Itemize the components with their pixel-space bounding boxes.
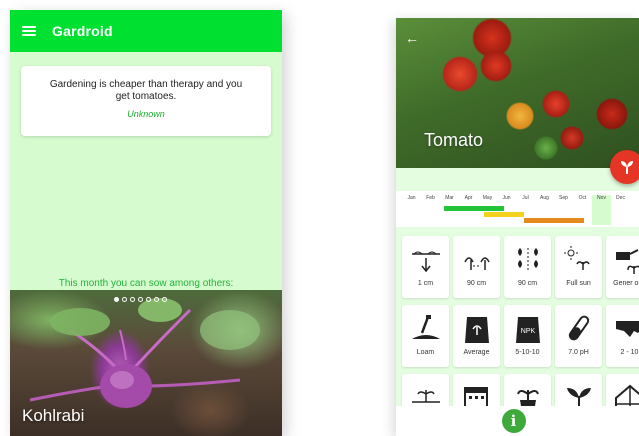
carousel-dot[interactable]	[114, 297, 119, 302]
info-tile[interactable]: 90 cm	[453, 236, 500, 298]
plant-spacing-icon	[463, 257, 490, 270]
quote-text: Gardening is cheaper than therapy and yo…	[49, 79, 243, 102]
app-bar: Gardroid	[10, 10, 282, 52]
carousel-dot[interactable]	[162, 297, 167, 302]
calendar-plant-bar	[484, 212, 524, 217]
watering-icon	[615, 249, 639, 274]
screenshot-stage: Gardroid Gardening is cheaper than thera…	[0, 0, 639, 436]
calendar-sow-bar	[444, 206, 504, 211]
month-label: Dec	[616, 195, 625, 201]
back-arrow-icon[interactable]: ←	[405, 30, 419, 46]
carousel-dot[interactable]	[154, 297, 159, 302]
tile-label: 90 cm	[517, 280, 538, 287]
info-tile[interactable]: NPK 5-10-10	[504, 305, 551, 367]
info-tile[interactable]: Loam	[402, 305, 449, 367]
fertilizer-bag-icon	[464, 317, 489, 343]
month-row: Jan Feb Mar Apr May Jun Jul Aug Sep Oct Nov Dec	[396, 195, 639, 225]
plant-detail-screen: ← Tomato Jan Feb Mar Apr May Jun Jul Aug Sep Oct N…	[396, 18, 639, 436]
carousel-dot[interactable]	[130, 297, 135, 302]
sow-heading: This month you can sow among others:	[58, 278, 234, 289]
featured-plant-name: Kohlrabi	[22, 406, 85, 425]
quote-card: Gardening is cheaper than therapy and yo…	[21, 66, 271, 136]
quote-author: Unknown	[127, 109, 165, 119]
menu-icon[interactable]	[22, 26, 36, 36]
info-tile[interactable]: 2 - 10	[606, 305, 639, 367]
carousel-dots[interactable]	[114, 297, 167, 302]
month-label: Nov	[592, 195, 611, 225]
climate-zone-map-icon	[615, 321, 639, 337]
app-title: Gardroid	[52, 23, 113, 39]
ph-test-tube-icon	[568, 315, 589, 341]
row-spacing-icon	[517, 248, 538, 272]
sowing-depth-icon	[411, 251, 440, 273]
bottom-bar: i	[396, 406, 639, 436]
tile-label: 90 cm	[466, 280, 487, 287]
month-label: Jan	[407, 195, 416, 201]
carousel-dot[interactable]	[122, 297, 127, 302]
plant-action-button[interactable]	[610, 150, 639, 184]
info-tile[interactable]: 7.0 pH	[555, 305, 602, 367]
carousel-dot[interactable]	[146, 297, 151, 302]
month-label: Feb	[426, 195, 435, 201]
info-tile[interactable]: Gener ous	[606, 236, 639, 298]
plant-title: Tomato	[424, 130, 484, 150]
calendar-harvest-bar	[524, 218, 584, 223]
tile-label: Gener ous	[613, 280, 639, 287]
sprout-icon	[621, 161, 633, 174]
tile-label: 2 - 10	[620, 349, 639, 356]
tile-label: 7.0 pH	[568, 349, 589, 356]
info-tile[interactable]: Full sun	[555, 236, 602, 298]
info-tile[interactable]: 90 cm	[504, 236, 551, 298]
info-button[interactable]: i	[501, 409, 526, 433]
tile-label: Full sun	[566, 280, 591, 287]
svg-text:NPK: NPK	[520, 328, 535, 335]
plant-hero-photo: ← Tomato	[396, 18, 639, 168]
tile-label: 1 cm	[417, 280, 434, 287]
carousel-dot[interactable]	[138, 297, 143, 302]
tile-label: 5-10-10	[515, 349, 540, 356]
home-screen: Gardroid Gardening is cheaper than thera…	[10, 10, 282, 436]
sun-exposure-icon	[563, 246, 590, 270]
tile-label: Average	[463, 349, 490, 356]
info-tile[interactable]: Average	[453, 305, 500, 367]
soil-type-icon	[411, 315, 440, 339]
info-tile[interactable]: 1 cm	[402, 236, 449, 298]
npk-bag-icon: NPK	[515, 317, 540, 343]
featured-plant-card[interactable]: Kohlrabi	[10, 290, 282, 436]
growing-calendar: Jan Feb Mar Apr May Jun Jul Aug Sep Oct Nov Dec	[396, 191, 639, 227]
tile-label: Loam	[416, 349, 435, 356]
